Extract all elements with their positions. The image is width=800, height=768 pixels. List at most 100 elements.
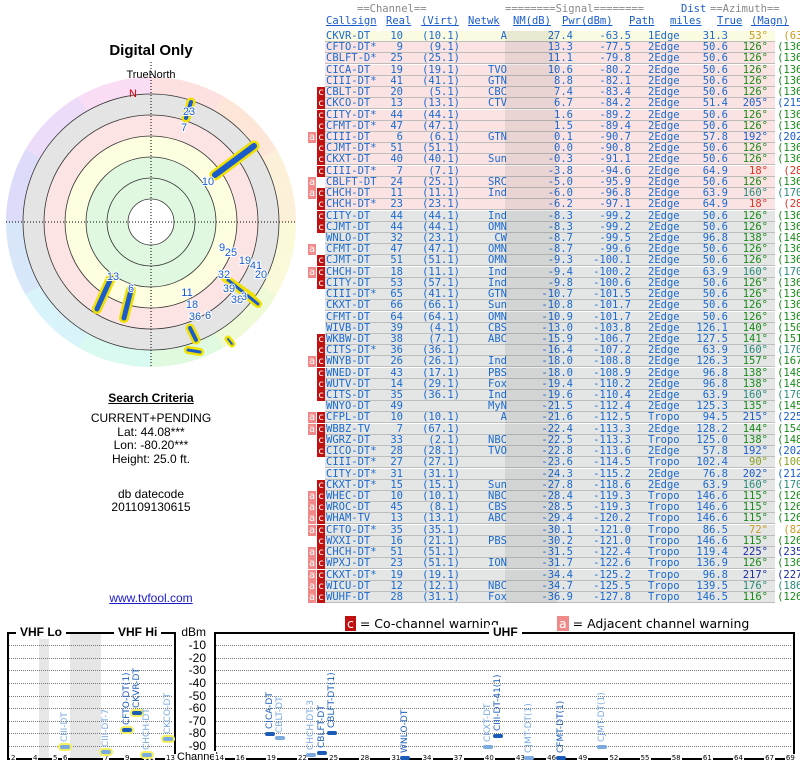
co-channel-flag: c [317,558,325,570]
gridline [9,670,172,672]
cell-nm: -6.2 [547,198,573,211]
cell-netwk: TVO [488,445,507,458]
cell-callsign: CKVR-DT [326,30,371,42]
cell-true: 126° [742,254,768,267]
channel-bar [275,735,286,740]
cell-virt: (51.1) [422,557,460,570]
cell-nm: -36.9 [541,591,573,603]
cell-netwk: NBC [488,433,507,446]
co-channel-flag: c [317,547,325,559]
cell-virt: (6.1) [428,130,460,143]
cell-nm: 7.4 [554,86,573,99]
gridline [216,733,791,735]
cell-magn: (136°) [777,276,800,289]
cell-path: 2Edge [648,299,680,312]
cell-callsign: CBLT-DT [326,86,371,99]
cell-callsign: CHCH-DT* [326,546,377,559]
cell-virt: (23.1) [422,231,460,244]
y-axis-unit: dBm [181,625,206,639]
cell-path: 2Edge [648,130,680,143]
adjacent-channel-legend: a = Adjacent channel warning [557,616,749,631]
x-tick-label: 13 [165,754,176,762]
cell-netwk: OMN [488,243,507,256]
cell-true: 126° [742,175,768,188]
cell-magn: (167°) [777,355,800,368]
x-tick-label: 69 [784,754,796,762]
co-channel-legend-text: = Co-channel warning [359,616,499,631]
antenna-height: Height: 25.0 ft. [111,452,191,466]
channel-bar-label: CKCO-DT [163,692,173,734]
cell-true: 138° [742,433,768,446]
cell-true: 126° [742,310,768,323]
x-tick-label: 37 [452,754,464,762]
cell-callsign: CHCH-DT* [326,198,377,211]
x-tick-label: 61 [701,754,713,762]
cell-callsign: CIII-DT* [326,164,377,177]
cell-nm: -10.9 [541,310,573,323]
col-nm: NM(dB) [513,15,551,27]
table-row: WUHF-DT 28 (31.1) Fox -36.9 -127.8 Tropo 146.5 1… [325,591,800,603]
cell-true: 126° [742,108,768,121]
bearing-mark [186,348,202,354]
cell-path: Tropo [648,568,680,581]
cell-path: 2Edge [648,400,680,413]
co-channel-flag: c [317,345,325,357]
cell-magn: (136°) [777,153,800,166]
cell-path: Tropo [648,523,680,536]
cell-dist: 146.6 [696,534,728,547]
adjacent-channel-flag: a [308,491,316,503]
x-tick-label: 55 [639,754,651,762]
cell-true: 126° [742,243,768,256]
co-channel-flag: c [317,592,325,603]
cell-virt: (10.1) [422,411,460,424]
cell-true: 192° [742,130,768,143]
tvfool-link[interactable]: www.tvfool.com [0,591,302,605]
polar-title: Digital Only [109,42,193,59]
x-tick-label: 6 [62,754,69,762]
cell-nm: -18.0 [541,366,573,379]
col-virt: (Virt) [421,15,459,27]
cell-magn: (136°) [777,86,800,99]
channel-bar [60,744,70,749]
co-channel-flag: c [317,535,325,547]
cell-magn: (235°) [777,546,800,559]
adjacent-channel-flag: a [308,188,316,200]
cell-virt: (44.1) [422,209,460,222]
cell-callsign: WUTV-DT [326,377,371,390]
north-marker: N [129,88,137,100]
cell-virt: (11.1) [422,187,460,200]
x-tick-label: 34 [421,754,433,762]
gridline [216,746,791,747]
vhf-lo-label: VHF Lo [16,625,66,639]
cell-netwk: Sun [488,478,507,491]
cell-path: Tropo [648,490,680,503]
cell-path: Tropo [648,433,680,446]
group-channel-header: ==Channel== [357,3,427,15]
cell-real: 65 [390,288,403,301]
cell-path: Tropo [648,411,680,424]
cell-netwk: NBC [488,579,507,592]
cell-netwk: GTN [488,130,507,143]
co-channel-flag: c [317,255,325,267]
cell-virt: (7.1) [428,164,460,177]
cell-real: 19 [390,568,403,581]
cell-true: 126° [742,74,768,87]
cell-dist: 50.6 [702,254,728,267]
channel-bar [316,751,327,756]
cell-true: 160° [742,344,768,357]
cell-path: 2Edge [648,288,680,301]
cell-magn: (215°) [777,97,800,110]
cell-callsign: CICO-DT* [326,445,377,458]
cell-nm: 6.7 [554,97,573,110]
channel-bar [555,756,566,761]
cell-path: 2Edge [648,175,680,188]
cell-magn: (148°) [777,433,800,446]
cell-nm: -18.0 [541,355,573,368]
cell-path: 2Edge [648,41,680,54]
cell-true: 138° [742,366,768,379]
cell-pwr: -90.8 [599,142,631,155]
cell-callsign: WNYB-DT [326,355,371,368]
cell-nm: -34.7 [541,579,573,592]
cell-path: Tropo [648,456,680,469]
cell-magn: (227°) [777,568,800,581]
